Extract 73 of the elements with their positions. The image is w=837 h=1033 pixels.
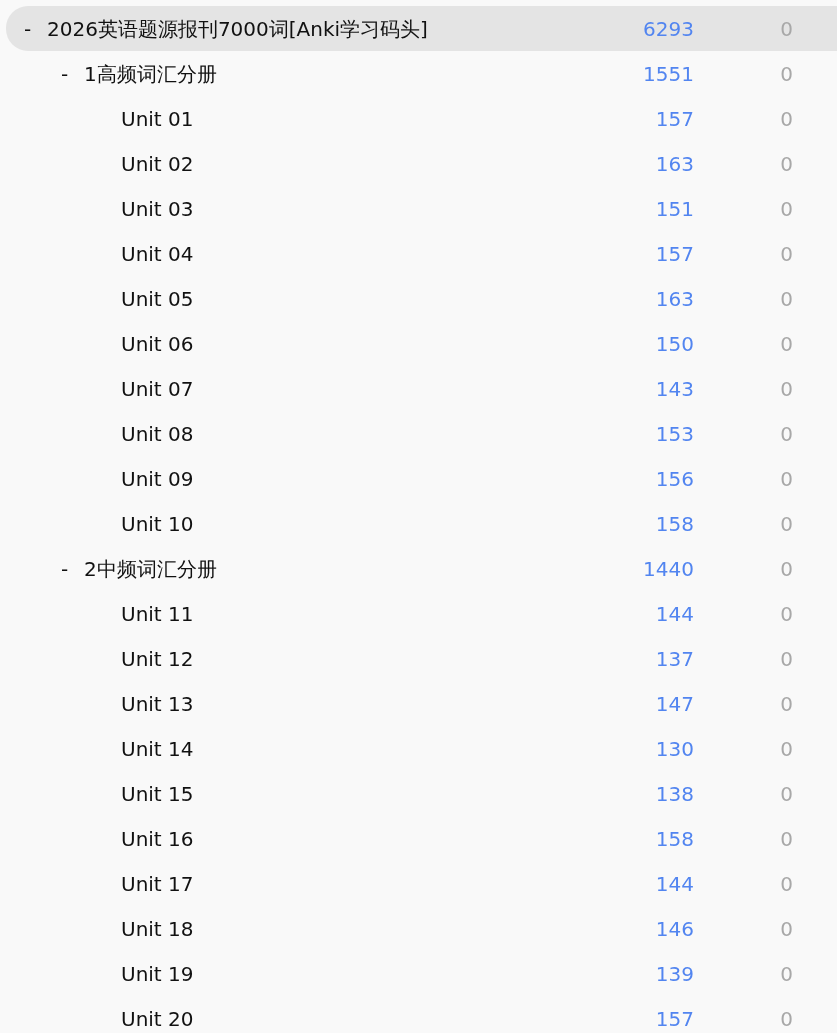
- deck-name-link[interactable]: Unit 03: [121, 195, 194, 222]
- card-count: 0: [780, 151, 793, 176]
- card-count: 139: [655, 961, 694, 986]
- deck-name-link[interactable]: Unit 06: [121, 330, 194, 357]
- card-count: 0: [780, 1006, 793, 1031]
- card-count: 157: [655, 106, 694, 131]
- card-count: 0: [780, 196, 793, 221]
- deck-name-link[interactable]: 1高频词汇分册: [84, 60, 217, 87]
- card-count: 0: [780, 916, 793, 941]
- deck-name-link[interactable]: 2中频词汇分册: [84, 555, 217, 582]
- card-count: 0: [780, 331, 793, 356]
- card-count: 137: [655, 646, 694, 671]
- deck-name-link[interactable]: Unit 04: [121, 240, 194, 267]
- card-count: 0: [780, 781, 793, 806]
- selected-deck-row[interactable]: - 2026英语题源报刊7000词[Anki学习码头] 6293 0: [6, 6, 837, 51]
- collapse-toggle[interactable]: -: [61, 61, 69, 86]
- collapse-toggle[interactable]: -: [61, 556, 69, 581]
- deck-name-link[interactable]: Unit 07: [121, 375, 194, 402]
- card-count: 151: [655, 196, 694, 221]
- card-count: 146: [655, 916, 694, 941]
- card-count: 144: [655, 871, 694, 896]
- card-count: 0: [780, 106, 793, 131]
- deck-name-link[interactable]: Unit 16: [121, 825, 194, 852]
- card-count: 0: [780, 376, 793, 401]
- deck-name-link[interactable]: 2026英语题源报刊7000词[Anki学习码头]: [47, 15, 428, 42]
- deck-name-link[interactable]: Unit 05: [121, 285, 194, 312]
- card-count: 153: [655, 421, 694, 446]
- card-count: 138: [655, 781, 694, 806]
- card-count: 156: [655, 466, 694, 491]
- card-count: 0: [780, 556, 793, 581]
- card-count: 0: [780, 826, 793, 851]
- card-count: 163: [655, 151, 694, 176]
- deck-name-link[interactable]: Unit 12: [121, 645, 194, 672]
- card-count: 0: [780, 871, 793, 896]
- deck-name-link[interactable]: Unit 18: [121, 915, 194, 942]
- card-count: 158: [655, 511, 694, 536]
- deck-name-link[interactable]: Unit 14: [121, 735, 194, 762]
- deck-name-link[interactable]: Unit 09: [121, 465, 194, 492]
- card-count: 157: [655, 1006, 694, 1031]
- card-count: 6293: [643, 16, 694, 41]
- card-count: 0: [780, 691, 793, 716]
- deck-name-link[interactable]: Unit 13: [121, 690, 194, 717]
- card-count: 0: [780, 961, 793, 986]
- deck-name-link[interactable]: Unit 15: [121, 780, 194, 807]
- card-count: 157: [655, 241, 694, 266]
- card-count: 0: [780, 241, 793, 266]
- card-count: 0: [780, 286, 793, 311]
- deck-name-link[interactable]: Unit 08: [121, 420, 194, 447]
- card-count: 0: [780, 736, 793, 761]
- card-count: 1440: [643, 556, 694, 581]
- deck-name-link[interactable]: Unit 17: [121, 870, 194, 897]
- card-count: 163: [655, 286, 694, 311]
- card-count: 130: [655, 736, 694, 761]
- card-count: 1551: [643, 61, 694, 86]
- card-count: 158: [655, 826, 694, 851]
- card-count: 143: [655, 376, 694, 401]
- card-count: 0: [780, 601, 793, 626]
- card-count: 144: [655, 601, 694, 626]
- card-count: 0: [780, 511, 793, 536]
- card-count: 0: [780, 466, 793, 491]
- card-count: 0: [780, 16, 793, 41]
- deck-name-link[interactable]: Unit 02: [121, 150, 194, 177]
- deck-name-link[interactable]: Unit 11: [121, 600, 194, 627]
- card-count: 0: [780, 646, 793, 671]
- card-count: 150: [655, 331, 694, 356]
- deck-name-link[interactable]: Unit 20: [121, 1005, 194, 1032]
- card-count: 0: [780, 421, 793, 446]
- deck-name-link[interactable]: Unit 10: [121, 510, 194, 537]
- deck-name-link[interactable]: Unit 01: [121, 105, 194, 132]
- collapse-toggle[interactable]: -: [24, 16, 32, 41]
- card-count: 147: [655, 691, 694, 716]
- deck-name-link[interactable]: Unit 19: [121, 960, 194, 987]
- card-count: 0: [780, 61, 793, 86]
